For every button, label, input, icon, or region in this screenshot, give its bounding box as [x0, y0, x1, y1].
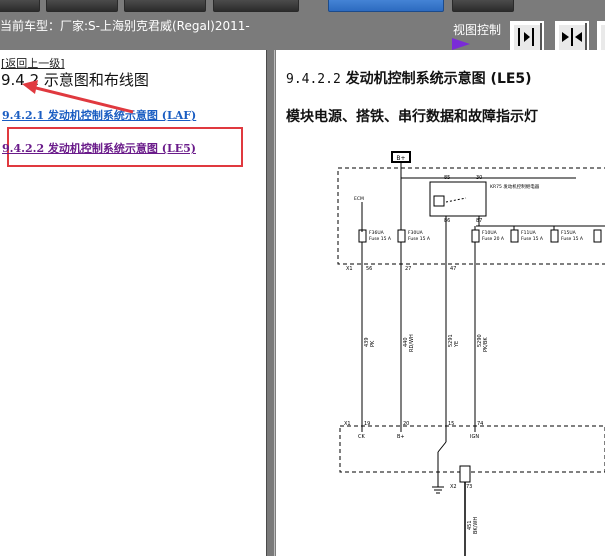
module-label-bplus: B+ — [397, 434, 405, 440]
relay-pin-86: 86 — [444, 218, 450, 224]
toolbar-button-1[interactable] — [0, 0, 40, 12]
battery-label: B+ — [396, 155, 405, 162]
content-pane: 9.4.2.2 发动机控制系统示意图 (LE5) 模块电源、搭铁、串行数据和故障… — [276, 50, 605, 556]
module-pin-20: 20 — [403, 421, 409, 427]
x1-pin-27: 27 — [405, 266, 411, 272]
module-pin-19: 19 — [364, 421, 370, 427]
bottom-pin-73: 73 — [466, 484, 472, 490]
current-vehicle-label: 当前车型：厂家:S-上海别克君威(Regal)2011- — [0, 19, 250, 33]
module-pin-15: 15 — [448, 421, 454, 427]
fuse-f15ua: F15UA Fuse 15 A — [550, 226, 602, 243]
content-title-number: 9.4.2.2 — [286, 72, 341, 87]
red-annotation-arrow-icon — [22, 80, 134, 114]
collapse-left-icon — [518, 28, 534, 46]
view-control-label: 视图控制 — [453, 23, 502, 37]
fuse-f10ua: F10UA Fuse 20 A — [471, 226, 505, 264]
ecm-module — [339, 425, 605, 473]
top-toolbar: 当前车型：厂家:S-上海别克君威(Regal)2011- 视图控制 — [0, 0, 605, 55]
wire-5290-color: PK/BK — [483, 337, 489, 352]
module-pin-74: 74 — [477, 421, 483, 427]
toolbar-button-6[interactable] — [452, 0, 514, 12]
ground-icon — [432, 486, 444, 494]
module-label-ck: CK — [358, 434, 365, 440]
x1-pin-47: 47 — [450, 266, 456, 272]
bottom-x2: X2 — [450, 484, 457, 490]
x1-pin-56: 56 — [366, 266, 372, 272]
wire-451-color: BK/WH — [473, 517, 479, 534]
svg-text:F11UA: F11UA — [521, 230, 537, 236]
relay-kr75 — [429, 181, 487, 217]
content-title-text: 发动机控制系统示意图 (LE5) — [340, 71, 532, 87]
toolbar-button-2[interactable] — [46, 0, 118, 12]
x1-label: X1 — [346, 266, 353, 272]
svg-text:Fuse 15 A: Fuse 15 A — [408, 236, 431, 242]
svg-text:Fuse 15 A: Fuse 15 A — [561, 236, 584, 242]
pane-splitter[interactable] — [266, 50, 275, 556]
svg-text:F36UA: F36UA — [369, 230, 385, 236]
fuse-f11ua: F11UA Fuse 15 A — [510, 226, 544, 243]
split-center-icon — [562, 28, 582, 46]
content-title: 9.4.2.2 发动机控制系统示意图 (LE5) — [286, 68, 532, 88]
svg-text:Fuse 20 A: Fuse 20 A — [482, 236, 505, 242]
svg-text:F10UA: F10UA — [482, 230, 498, 236]
toolbar-button-active[interactable] — [328, 0, 444, 12]
wire-5291-color: YE — [454, 341, 460, 348]
view-control-arrow-icon — [452, 38, 470, 50]
wire-439-color: PK — [370, 340, 376, 347]
toolbar-button-3[interactable] — [124, 0, 206, 12]
relay-pin-30: 30 — [476, 175, 482, 181]
svg-text:F30UA: F30UA — [408, 230, 424, 236]
svg-text:F15UA: F15UA — [561, 230, 577, 236]
relay-pin-85: 85 — [444, 175, 450, 181]
fuse-f36ua: F36UA Fuse 15 A — [358, 229, 392, 264]
module-x1: X1 — [344, 421, 351, 427]
svg-text:Fuse 15 A: Fuse 15 A — [521, 236, 544, 242]
module-label-ign: IGN — [470, 434, 479, 440]
wire-440-color: RD/WH — [409, 334, 415, 352]
wiring-diagram: B+ 85 30 86 87 KR75 发动机控制继电器 ECM F36UA F… — [337, 151, 605, 556]
bplus-feed-label: ECM — [354, 196, 364, 202]
toc-pane: [返回上一级] 9.4.2 示意图和布线图 9.4.2.1 发动机控制系统示意图… — [0, 50, 266, 556]
content-subtitle: 模块电源、搭铁、串行数据和故障指示灯 — [286, 109, 538, 125]
toolbar-button-4[interactable] — [213, 0, 299, 12]
relay-label: KR75 发动机控制继电器 — [490, 183, 540, 190]
svg-text:Fuse 15 A: Fuse 15 A — [369, 236, 392, 242]
fuse-f30ua: F30UA Fuse 15 A — [397, 178, 431, 264]
